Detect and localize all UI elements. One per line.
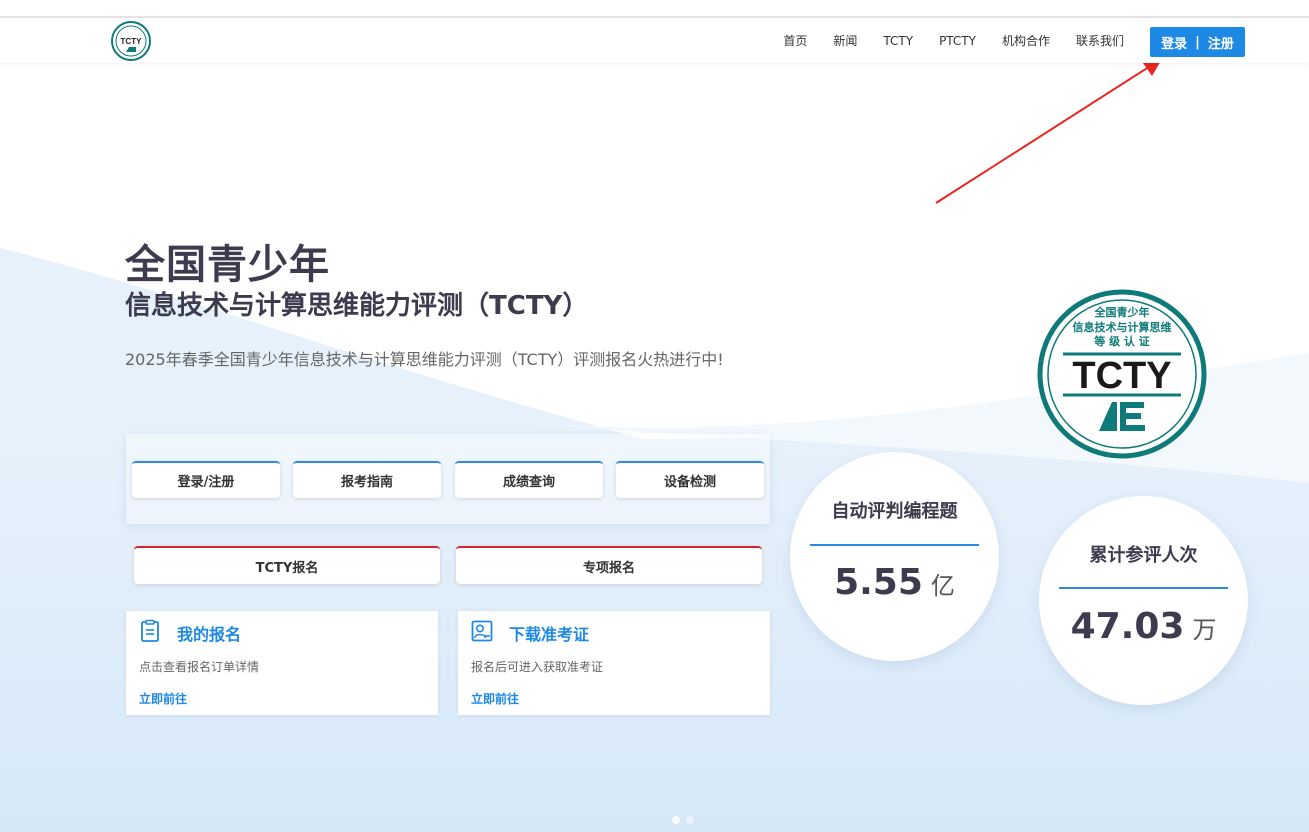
carousel-dot-active[interactable]	[672, 816, 680, 824]
svg-text:全国青少年: 全国青少年	[1094, 305, 1150, 319]
card-text: 点击查看报名订单详情	[139, 660, 260, 674]
hero-title: 全国青少年	[125, 242, 330, 288]
login-register-button[interactable]: 登录 | 注册	[1150, 27, 1245, 57]
svg-text:TCTY: TCTY	[1072, 355, 1171, 397]
stat-value-wrap: 47.03 万	[1039, 606, 1248, 647]
stat-value: 47.03	[1070, 606, 1185, 647]
main-nav: 首页 新闻 TCTY PTCTY 机构合作 联系我们	[757, 18, 1124, 63]
stat-unit: 万	[1192, 616, 1217, 644]
login-label[interactable]: 登录	[1161, 33, 1187, 52]
browser-top-strip	[0, 0, 1309, 18]
card-link[interactable]: 立即前往	[471, 690, 519, 707]
tcty-certification-badge: 全国青少年 信息技术与计算思维 等 级 认 证 TCTY	[1037, 289, 1207, 459]
exam-guide-button[interactable]: 报考指南	[293, 461, 441, 498]
special-register-button[interactable]: 专项报名	[456, 546, 762, 584]
stat-divider	[1059, 587, 1228, 589]
svg-text:等 级 认 证: 等 级 认 证	[1093, 334, 1150, 348]
nav-item-contact[interactable]: 联系我们	[1076, 32, 1124, 49]
site-header: TCTY 首页 新闻 TCTY PTCTY 机构合作 联系我们 登录 | 注册	[0, 18, 1309, 63]
tcty-logo[interactable]: TCTY	[111, 21, 151, 61]
stat-value: 5.55	[834, 562, 923, 603]
nav-item-home[interactable]: 首页	[783, 32, 807, 49]
login-register-quick-button[interactable]: 登录/注册	[132, 461, 280, 498]
my-registration-card[interactable]: 我的报名 点击查看报名订单详情 立即前往	[126, 611, 438, 715]
tcty-register-button[interactable]: TCTY报名	[134, 546, 440, 584]
nav-item-ptcty[interactable]: PTCTY	[939, 34, 976, 48]
device-check-button[interactable]: 设备检测	[616, 461, 764, 498]
card-title: 下载准考证	[509, 625, 590, 644]
id-card-icon	[471, 620, 493, 642]
nav-item-news[interactable]: 新闻	[833, 32, 857, 49]
stat-label: 自动评判编程题	[831, 501, 958, 522]
hero-subtitle: 信息技术与计算思维能力评测（TCTY）	[125, 291, 589, 321]
login-separator: |	[1195, 34, 1200, 50]
register-label[interactable]: 注册	[1208, 33, 1234, 52]
hero-description: 2025年春季全国青少年信息技术与计算思维能力评测（TCTY）评测报名火热进行中…	[125, 350, 724, 369]
stat-divider	[810, 544, 979, 546]
stat-participants: 累计参评人次 47.03 万	[1039, 496, 1248, 705]
svg-text:信息技术与计算思维: 信息技术与计算思维	[1073, 320, 1172, 334]
score-query-button[interactable]: 成绩查询	[455, 461, 603, 498]
card-text: 报名后可进入获取准考证	[471, 660, 604, 674]
download-admission-card[interactable]: 下载准考证 报名后可进入获取准考证 立即前往	[458, 611, 770, 715]
card-title: 我的报名	[177, 625, 242, 644]
carousel-dots	[672, 816, 694, 824]
stat-value-wrap: 5.55 亿	[790, 562, 999, 603]
stat-label: 累计参评人次	[1089, 545, 1198, 566]
stat-unit: 亿	[930, 572, 955, 600]
clipboard-icon	[141, 619, 159, 642]
nav-item-tcty[interactable]: TCTY	[883, 34, 913, 48]
card-link[interactable]: 立即前往	[139, 690, 187, 707]
nav-item-cooperation[interactable]: 机构合作	[1002, 32, 1050, 49]
carousel-dot[interactable]	[686, 816, 694, 824]
red-arrow-annotation	[935, 59, 1162, 204]
stat-auto-judge: 自动评判编程题 5.55 亿	[790, 452, 999, 661]
svg-text:TCTY: TCTY	[121, 37, 143, 46]
